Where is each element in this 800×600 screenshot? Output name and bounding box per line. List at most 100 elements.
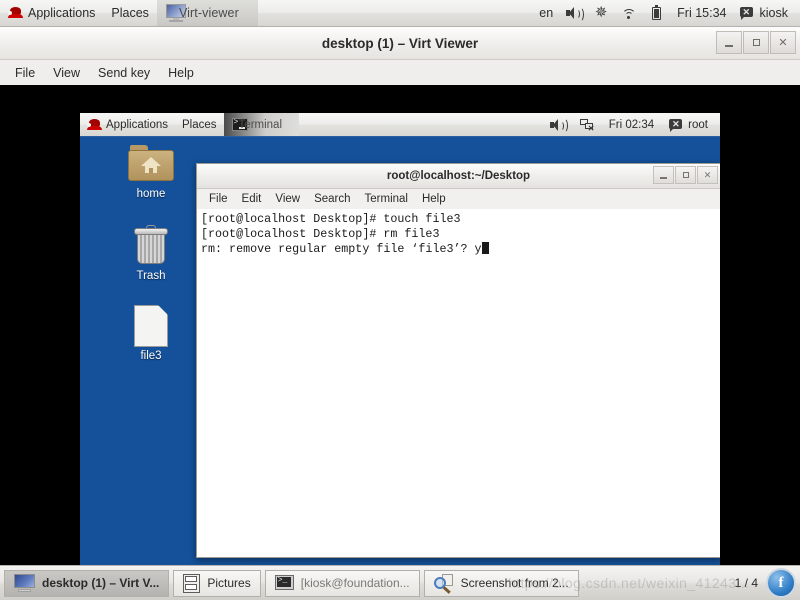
menu-help[interactable]: Help (159, 63, 203, 83)
virt-viewer-title: desktop (1) – Virt Viewer (321, 35, 479, 51)
host-menu-places[interactable]: Places (103, 0, 157, 26)
desktop-icon-label: home (136, 188, 166, 200)
battery-tray-button[interactable] (643, 0, 671, 26)
host-panel-left-group: Applications Places Virt-viewer (0, 0, 258, 26)
menu-view[interactable]: View (44, 63, 89, 83)
host-taskbar-button-label: Screenshot from 2... (460, 576, 569, 590)
menu-file[interactable]: File (6, 63, 44, 83)
host-panel-task-label: Virt-viewer (178, 6, 239, 20)
terminal-menu-terminal[interactable]: Terminal (358, 191, 415, 207)
virt-viewer-window-controls: ✕ (716, 31, 796, 54)
message-icon: ✕ (739, 5, 755, 21)
desktop-icon-file3[interactable]: file3 (116, 304, 186, 362)
virt-viewer-window: desktop (1) – Virt Viewer ✕ File View Se… (0, 27, 800, 593)
host-taskbar-button-label: desktop (1) – Virt V... (42, 576, 160, 590)
network-disconnected-icon: ✕ (579, 117, 595, 133)
vm-volume-tray-button[interactable] (542, 113, 572, 136)
vm-panel-tray: ✕ Fri 02:34 ✕ root (542, 113, 720, 136)
vm-clock[interactable]: Fri 02:34 (602, 113, 661, 136)
virt-viewer-titlebar[interactable]: desktop (1) – Virt Viewer ✕ (0, 27, 800, 60)
redhat-logo-icon (8, 6, 23, 20)
terminal-close-button[interactable]: ✕ (697, 166, 718, 184)
terminal-icon: >_ (274, 575, 294, 591)
desktop-icon-trash[interactable]: Trash (116, 225, 186, 282)
terminal-menu-file[interactable]: File (202, 191, 235, 207)
terminal-title: root@localhost:~/Desktop (386, 170, 531, 182)
host-taskbar-button-pictures[interactable]: Pictures (173, 569, 261, 597)
terminal-window[interactable]: root@localhost:~/Desktop ✕ File Edit Vie… (196, 163, 720, 558)
host-user-menu[interactable]: ✕ kiosk (733, 0, 794, 26)
bluetooth-icon: ✵ (594, 4, 608, 21)
terminal-line: [root@localhost Desktop]# rm file3 (201, 227, 440, 241)
wifi-icon (621, 5, 637, 21)
host-clock[interactable]: Fri 15:34 (671, 0, 732, 26)
host-taskbar-button-label: Pictures (207, 576, 251, 590)
keyboard-layout-indicator[interactable]: en (533, 0, 559, 26)
home-folder-icon (128, 145, 174, 185)
battery-icon (649, 5, 665, 21)
terminal-menu-search[interactable]: Search (307, 191, 357, 207)
vm-panel-task-terminal[interactable]: Terminal (223, 113, 300, 136)
message-icon: ✕ (668, 117, 684, 133)
host-menu-applications[interactable]: Applications (28, 6, 95, 20)
host-taskbar-button-kiosk-terminal[interactable]: >_ [kiosk@foundation... (264, 569, 420, 597)
vm-panel-task-label: Terminal (238, 118, 283, 131)
minimize-button[interactable] (716, 31, 742, 54)
volume-tray-button[interactable] (559, 0, 587, 26)
keyboard-layout-label: en (539, 6, 554, 20)
screen-root: Applications Places Virt-viewer en ✵ Fri… (0, 0, 800, 600)
host-top-panel: Applications Places Virt-viewer en ✵ Fri… (0, 0, 800, 27)
terminal-titlebar[interactable]: root@localhost:~/Desktop ✕ (197, 164, 720, 189)
host-panel-task-virt-viewer[interactable]: Virt-viewer (156, 0, 258, 26)
menu-send-key[interactable]: Send key (89, 63, 159, 83)
terminal-menu-view[interactable]: View (268, 191, 307, 207)
host-user-label: kiosk (759, 6, 788, 20)
close-button[interactable]: ✕ (770, 31, 796, 54)
host-taskbar-button-virt-viewer[interactable]: desktop (1) – Virt V... (4, 569, 170, 597)
screenshot-icon (433, 573, 454, 594)
vm-display-area[interactable]: Applications Places Terminal (0, 85, 800, 593)
host-taskbar-right-group: 1 / 4 f (735, 568, 800, 598)
vm-user-label: root (688, 118, 708, 131)
host-clock-label: Fri 15:34 (677, 6, 727, 20)
host-workspace-indicator[interactable]: 1 / 4 (735, 576, 758, 590)
document-icon (134, 304, 169, 347)
terminal-line: [root@localhost Desktop]# touch file3 (201, 212, 461, 226)
vm-top-panel: Applications Places Terminal (80, 113, 720, 137)
bluetooth-tray-button[interactable]: ✵ (587, 0, 615, 26)
file-cabinet-icon (183, 573, 201, 593)
redhat-menu-button[interactable]: Applications (0, 0, 103, 26)
terminal-line: rm: remove regular empty file ‘file3’? y (201, 242, 482, 256)
vm-network-tray-button[interactable]: ✕ (572, 113, 602, 136)
desktop-icon-label: file3 (140, 350, 162, 362)
terminal-minimize-button[interactable] (653, 166, 674, 184)
desktop-icon-label: Trash (136, 270, 166, 282)
terminal-menubar: File Edit View Search Terminal Help (197, 189, 720, 210)
vm-user-menu[interactable]: ✕ root (661, 113, 715, 136)
vm-menu-applications[interactable]: Applications (106, 119, 168, 131)
host-taskbar-button-screenshot[interactable]: Screenshot from 2... (423, 569, 579, 597)
terminal-menu-edit[interactable]: Edit (235, 191, 269, 207)
terminal-cursor (481, 242, 489, 254)
host-taskbar: desktop (1) – Virt V... Pictures >_ [kio… (0, 565, 800, 600)
terminal-window-controls: ✕ (653, 166, 718, 184)
desktop-icon-home[interactable]: home (116, 145, 186, 200)
vm-clock-label: Fri 02:34 (608, 118, 655, 131)
volume-icon (549, 117, 568, 133)
vm-menu-places[interactable]: Places (175, 113, 224, 136)
host-taskbar-button-label: [kiosk@foundation... (300, 576, 410, 590)
wifi-tray-button[interactable] (615, 0, 643, 26)
monitor-icon (14, 574, 35, 592)
vm-redhat-menu-button[interactable]: Applications (80, 113, 175, 136)
virt-viewer-menubar: File View Send key Help (0, 60, 800, 86)
trash-icon (131, 225, 171, 267)
vm-desktop[interactable]: Applications Places Terminal (80, 113, 720, 593)
redhat-logo-icon (87, 118, 102, 132)
terminal-menu-help[interactable]: Help (415, 191, 453, 207)
host-notification-badge[interactable]: f (766, 568, 796, 598)
terminal-output-area[interactable]: [root@localhost Desktop]# touch file3 [r… (197, 209, 720, 557)
volume-icon (565, 5, 585, 22)
terminal-maximize-button[interactable] (675, 166, 696, 184)
host-panel-tray: en ✵ Fri 15:34 ✕ kiosk (533, 0, 800, 26)
maximize-button[interactable] (743, 31, 769, 54)
